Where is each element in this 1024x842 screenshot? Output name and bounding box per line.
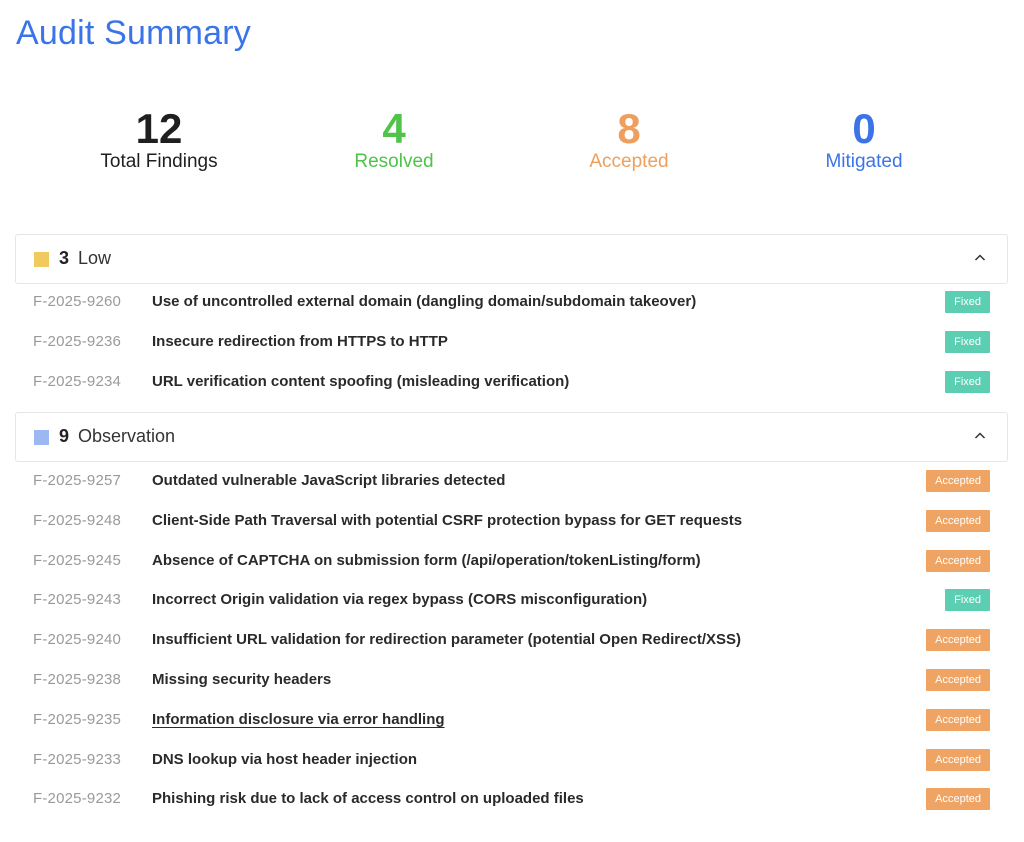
finding-title-link[interactable]: Missing security headers (152, 671, 331, 688)
finding-row[interactable]: F-2025-9260 Use of uncontrolled external … (15, 283, 1008, 323)
severity-swatch (34, 430, 49, 445)
status-badge: Accepted (926, 470, 990, 492)
finding-id: F-2025-9235 (33, 710, 122, 728)
finding-title-link[interactable]: DNS lookup via host header injection (152, 751, 417, 768)
finding-row[interactable]: F-2025-9233 DNS lookup via host header in… (15, 741, 1008, 781)
finding-row[interactable]: F-2025-9236 Insecure redirection from HTT… (15, 323, 1008, 363)
status-badge: Accepted (926, 669, 990, 691)
section-header-low[interactable]: 3 Low (15, 234, 1008, 284)
stat-total-findings: 12 Total Findings (39, 106, 279, 173)
finding-id: F-2025-9233 (33, 750, 122, 768)
severity-swatch (34, 252, 49, 267)
finding-title-link[interactable]: Absence of CAPTCHA on submission form (/… (152, 552, 701, 569)
stat-label: Accepted (589, 151, 669, 172)
finding-row[interactable]: F-2025-9235 Information disclosure via er… (15, 701, 1008, 741)
finding-title-link[interactable]: Information disclosure via error handlin… (152, 711, 445, 728)
finding-id: F-2025-9232 (33, 790, 122, 808)
finding-row[interactable]: F-2025-9238 Missing security headers Accep… (15, 661, 1008, 701)
stat-value: 8 (617, 105, 641, 152)
status-badge: Fixed (945, 589, 990, 612)
stat-label: Total Findings (100, 151, 218, 172)
finding-id: F-2025-9236 (33, 332, 122, 350)
stat-accepted: 8 Accepted (509, 106, 749, 173)
stat-value: 12 (135, 105, 183, 152)
finding-id: F-2025-9245 (33, 551, 122, 569)
stat-value: 4 (382, 105, 406, 152)
status-badge: Fixed (945, 291, 990, 313)
status-badge: Accepted (926, 509, 990, 532)
chevron-up-icon[interactable] (973, 429, 987, 443)
finding-title-link[interactable]: URL verification content spoofing (misle… (152, 373, 569, 390)
finding-title-link[interactable]: Insufficient URL validation for redirect… (152, 631, 741, 648)
finding-id: F-2025-9257 (33, 472, 122, 489)
status-badge: Fixed (945, 370, 990, 393)
section-name: Low (78, 248, 112, 268)
finding-id: F-2025-9234 (33, 372, 122, 390)
finding-row[interactable]: F-2025-9232 Phishing risk due to lack of … (15, 780, 1008, 820)
finding-title-link[interactable]: Outdated vulnerable JavaScript libraries… (152, 472, 505, 489)
finding-title-link[interactable]: Use of uncontrolled external domain (dan… (152, 293, 696, 310)
status-badge: Accepted (926, 748, 990, 771)
finding-title-link[interactable]: Insecure redirection from HTTPS to HTTP (152, 333, 448, 350)
finding-id: F-2025-9248 (33, 511, 122, 529)
page-title: Audit Summary (16, 14, 252, 52)
stat-mitigated: 0 Mitigated (744, 106, 984, 173)
status-badge: Fixed (945, 330, 990, 353)
status-badge: Accepted (926, 549, 990, 572)
finding-row[interactable]: F-2025-9248 Client-Side Path Traversal wi… (15, 502, 1008, 542)
stat-value: 0 (852, 105, 876, 152)
status-badge: Accepted (926, 629, 990, 652)
finding-title-link[interactable]: Incorrect Origin validation via regex by… (152, 591, 647, 608)
finding-title-link[interactable]: Phishing risk due to lack of access cont… (152, 790, 584, 807)
finding-row[interactable]: F-2025-9257 Outdated vulnerable JavaScrip… (15, 462, 1008, 502)
finding-id: F-2025-9240 (33, 631, 122, 649)
finding-id: F-2025-9238 (33, 671, 122, 688)
section-count: 3 (59, 248, 70, 268)
stats-summary: 12 Total Findings 4 Resolved 8 Accepted … (0, 106, 1024, 186)
section-name: Observation (78, 426, 176, 446)
status-badge: Accepted (926, 788, 990, 811)
status-badge: Accepted (926, 708, 990, 731)
chevron-up-icon[interactable] (973, 251, 987, 265)
section-header-observation[interactable]: 9 Observation (15, 412, 1008, 462)
finding-title-link[interactable]: Client-Side Path Traversal with potentia… (152, 512, 742, 529)
stat-resolved: 4 Resolved (274, 106, 514, 173)
stat-label: Resolved (354, 151, 434, 172)
finding-id: F-2025-9260 (33, 293, 122, 310)
finding-row[interactable]: F-2025-9234 URL verification content spoo… (15, 363, 1008, 403)
finding-row[interactable]: F-2025-9243 Incorrect Origin validation v… (15, 581, 1008, 621)
finding-id: F-2025-9243 (33, 591, 122, 609)
stat-label: Mitigated (825, 151, 903, 172)
section-count: 9 (59, 426, 70, 446)
finding-row[interactable]: F-2025-9245 Absence of CAPTCHA on submiss… (15, 542, 1008, 582)
finding-row[interactable]: F-2025-9240 Insufficient URL validation f… (15, 621, 1008, 661)
